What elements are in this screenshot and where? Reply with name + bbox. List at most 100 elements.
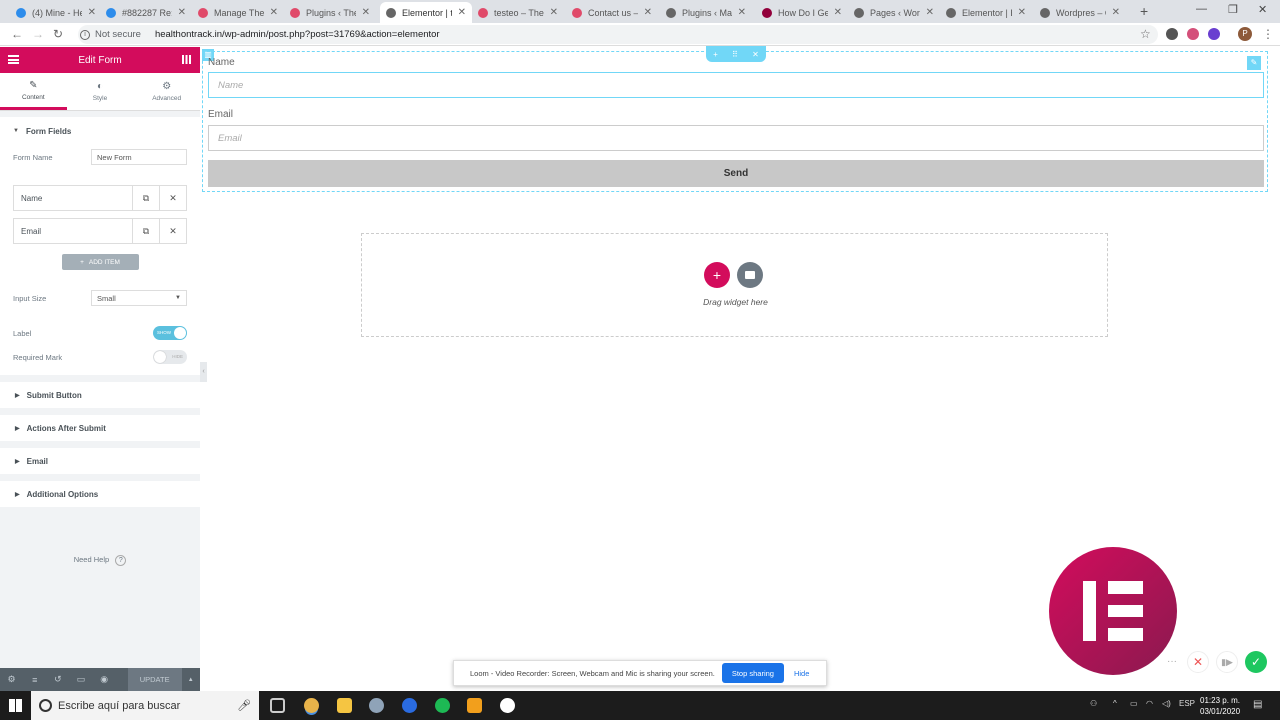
tab-close-icon[interactable]: ✕ [1018,7,1026,18]
history-icon[interactable]: ↺ [46,674,69,685]
add-section-icon[interactable]: + [713,50,718,59]
url-text[interactable]: healthontrack.in/wp-admin/post.php?post=… [155,29,440,40]
browser-tab[interactable]: Elementor | El ✕ [940,2,1032,23]
repeater-item[interactable]: Email ⧉ ✕ [13,218,187,244]
section-actions-after-submit[interactable]: ▶ Actions After Submit [0,415,200,441]
task-view-icon[interactable] [270,698,285,713]
form-fields-header[interactable]: ▼ Form Fields [0,117,200,145]
tab-content[interactable]: ✎ Content [0,73,67,110]
tab-advanced[interactable]: ⚙ Advanced [133,73,200,110]
section-submit-button[interactable]: ▶ Submit Button [0,382,200,408]
tab-close-icon[interactable]: ✕ [458,7,466,18]
preview-eye-icon[interactable]: ◉ [93,674,116,685]
tab-close-icon[interactable]: ✕ [644,7,652,18]
pause-recording-icon[interactable]: ▮▶ [1216,651,1238,673]
browser-tab[interactable]: testeo – The N ✕ [472,2,564,23]
finish-recording-icon[interactable]: ✓ [1245,651,1267,673]
navigator-icon[interactable]: ≡ [23,675,46,685]
edit-widget-icon[interactable]: ✎ [1247,56,1261,70]
more-options-icon[interactable]: ··· [1161,651,1183,673]
empty-section-dropzone[interactable]: + Drag widget here [361,233,1108,337]
tab-close-icon[interactable]: ✕ [834,7,842,18]
input-size-select[interactable]: Small ▼ [91,290,187,306]
settings-icon[interactable]: ⚙ [0,674,23,685]
required-mark-toggle[interactable]: HIDE [153,350,187,364]
restore-button[interactable]: ❐ [1228,3,1238,16]
browser-tab[interactable]: Contact us – T ✕ [566,2,658,23]
minimize-button[interactable]: — [1196,3,1207,15]
clock[interactable]: 01:23 p. m. 03/01/2020 [1200,695,1240,717]
browser-tab[interactable]: Elementor | te ✕ [380,2,472,23]
browser-tab[interactable]: How Do I Get ✕ [756,2,848,23]
add-item-button[interactable]: + ADD ITEM [61,254,139,270]
cancel-recording-icon[interactable]: ✕ [1187,651,1209,673]
profile-avatar[interactable]: P [1238,27,1252,41]
email-input[interactable]: Email [208,125,1264,151]
form-name-input[interactable]: New Form [91,149,187,165]
windows-start-icon[interactable] [9,699,22,712]
tab-close-icon[interactable]: ✕ [926,7,934,18]
tab-close-icon[interactable]: ✕ [362,7,370,18]
add-new-section-icon[interactable]: + [704,262,730,288]
tab-style[interactable]: ◐ Style [67,73,134,110]
duplicate-icon[interactable]: ⧉ [132,219,159,243]
section-toolbar[interactable]: + ⠿ ✕ [706,46,766,62]
tab-close-icon[interactable]: ✕ [1112,7,1120,18]
need-help-link[interactable]: Need Help ? [0,555,200,566]
back-icon[interactable]: ← [11,27,23,41]
hamburger-menu-icon[interactable] [8,55,19,64]
menu-kebab-icon[interactable]: ⋮ [1262,27,1274,41]
browser-tab[interactable]: #882287 Re: I ✕ [100,2,192,23]
browser-tab[interactable]: (4) Mine - Hel ✕ [10,2,102,23]
browser-tab[interactable]: Manage Them ✕ [192,2,284,23]
browser-tab[interactable]: Plugins ‹ Matt ✕ [660,2,752,23]
send-button[interactable]: Send [208,160,1264,187]
repeater-item[interactable]: Name ⧉ ✕ [13,185,187,211]
tab-close-icon[interactable]: ✕ [550,7,558,18]
address-bar[interactable]: i Not secure healthontrack.in/wp-admin/p… [78,25,1158,44]
move-section-icon[interactable]: ⠿ [732,50,738,59]
notifications-icon[interactable]: ▤ [1253,699,1262,710]
wifi-icon[interactable]: ◠ [1146,699,1153,708]
browser-tab[interactable]: Plugins ‹ The ✕ [284,2,376,23]
loom-extension-icon[interactable] [1187,28,1199,40]
duplicate-icon[interactable]: ⧉ [132,186,159,210]
spotify-icon[interactable] [435,698,450,713]
sublime-icon[interactable] [467,698,482,713]
stop-sharing-button[interactable]: Stop sharing [721,663,784,683]
language-indicator[interactable]: ESP [1179,699,1195,708]
remove-icon[interactable]: ✕ [159,186,186,210]
responsive-icon[interactable]: ▭ [69,674,92,685]
extension-icon-2[interactable] [1208,28,1220,40]
form-widget[interactable]: + ⠿ ✕ ✎ Name Name Email Email Send [202,46,1268,192]
template-library-icon[interactable] [737,262,763,288]
widgets-grid-icon[interactable] [182,55,191,64]
hide-link[interactable]: Hide [794,669,809,678]
network-icon[interactable]: ▭ [1130,699,1138,708]
microphone-icon[interactable]: 🎤︎ [237,699,251,712]
app-icon[interactable] [369,698,384,713]
remove-icon[interactable]: ✕ [159,219,186,243]
collapse-panel-icon[interactable]: ‹ [200,362,207,382]
new-tab-button[interactable]: + [1140,3,1148,19]
tab-close-icon[interactable]: ✕ [270,7,278,18]
name-input[interactable]: Name [208,72,1264,98]
reload-icon[interactable]: ↻ [53,27,63,41]
info-icon[interactable]: i [80,29,90,40]
taskbar-search[interactable]: Escribe aquí para buscar 🎤︎ [31,691,259,720]
volume-icon[interactable]: ◁) [1162,699,1171,708]
tab-close-icon[interactable]: ✕ [88,7,96,18]
close-window-button[interactable]: ✕ [1258,3,1267,16]
section-email[interactable]: ▶ Email [0,448,200,474]
firefox-icon[interactable] [402,698,417,713]
delete-section-icon[interactable]: ✕ [752,50,759,59]
people-icon[interactable]: ⚇ [1090,699,1097,708]
bookmark-star-icon[interactable]: ☆ [1140,27,1151,41]
slack-icon[interactable] [500,698,515,713]
chrome-icon[interactable] [304,698,319,713]
browser-tab[interactable]: Pages ‹ Wordp ✕ [848,2,940,23]
extension-icon[interactable] [1166,28,1178,40]
caret-up-icon[interactable]: ▲ [182,677,201,683]
tab-close-icon[interactable]: ✕ [178,7,186,18]
browser-tab[interactable]: Wordpres – O ✕ [1034,2,1126,23]
